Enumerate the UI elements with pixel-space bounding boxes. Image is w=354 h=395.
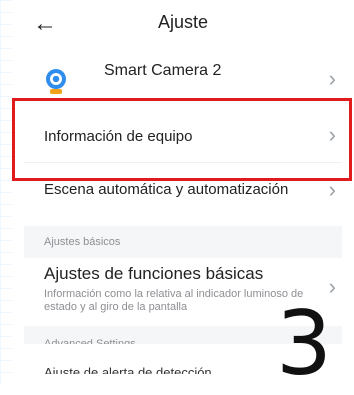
section-basic-label: Ajustes básicos [44, 236, 121, 248]
section-basic-settings: Ajustes básicos [24, 226, 342, 258]
chevron-right-icon: › [328, 66, 336, 91]
automation-scene-row[interactable]: Escena automática y automatización › [24, 162, 342, 219]
top-bar: ← Ajuste [12, 0, 354, 48]
chevron-right-icon: › [328, 177, 336, 202]
detection-alert-label: Ajuste de alerta de detección [44, 365, 212, 380]
step-number: 3 [276, 292, 332, 395]
screenshot-frame: ← Ajuste Smart Camera 2 › Información de… [0, 0, 354, 395]
device-info-label: Información de equipo [44, 128, 193, 145]
device-info-row[interactable]: Información de equipo › [24, 104, 342, 160]
basic-functions-label: Ajustes de funciones básicas [44, 264, 264, 283]
device-name: Smart Camera 2 [104, 62, 222, 79]
automation-scene-label: Escena automática y automatización [44, 181, 289, 198]
page-title: Ajuste [157, 12, 209, 32]
chevron-right-icon: › [328, 122, 336, 147]
device-row[interactable]: Smart Camera 2 › [24, 52, 342, 108]
camera-icon [46, 69, 66, 94]
